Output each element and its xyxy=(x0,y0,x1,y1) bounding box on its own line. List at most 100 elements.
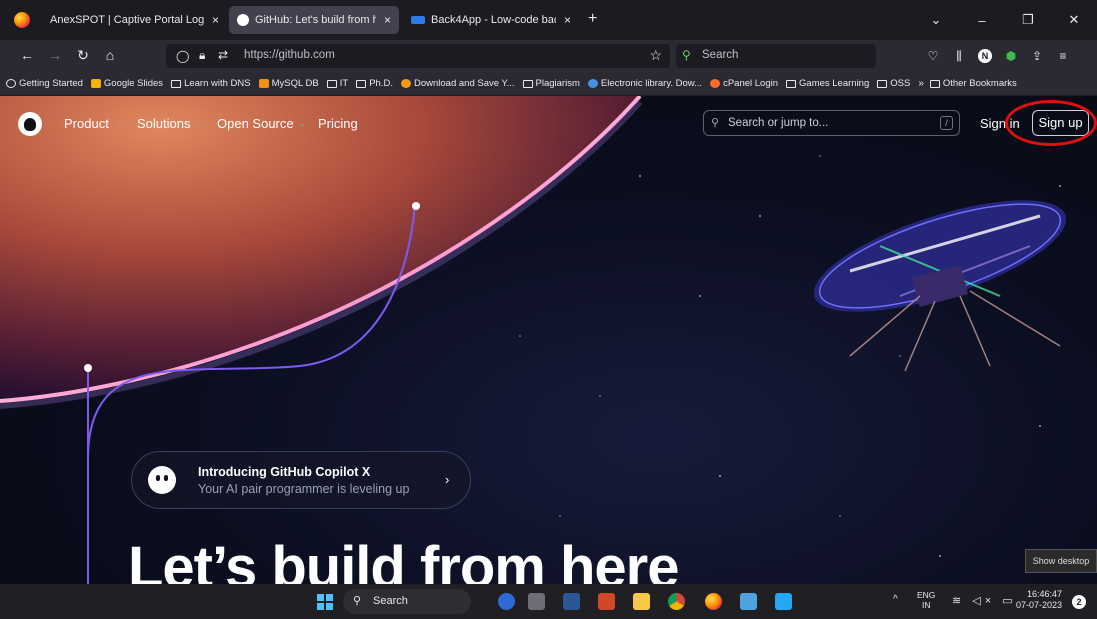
chevron-down-icon: ⌄ xyxy=(113,118,122,128)
search-placeholder: Search or jump to... xyxy=(728,117,829,129)
copilot-title: Introducing GitHub Copilot X xyxy=(198,465,371,479)
bookmark-google-slides[interactable]: Google Slides xyxy=(90,78,163,89)
tab-label: Back4App - Low-code backend xyxy=(431,14,556,26)
task-view-icon[interactable] xyxy=(528,593,545,610)
show-desktop-tooltip: Show desktop xyxy=(1025,549,1097,573)
chevron-down-icon: ⌄ xyxy=(298,118,307,128)
menu-icon[interactable]: ≡ xyxy=(1050,49,1076,63)
hero-space-illustration xyxy=(0,96,1067,584)
close-icon[interactable]: × xyxy=(384,13,391,27)
github-header: Product ⌄ Solutions ⌄ Open Source ⌄ Pricing… xyxy=(0,96,1097,152)
notification-badge[interactable]: 2 xyxy=(1072,595,1086,609)
vscode-icon[interactable] xyxy=(775,593,792,610)
copilot-icon xyxy=(148,466,176,494)
language-line1: ENG xyxy=(917,590,936,600)
chrome-icon[interactable] xyxy=(668,593,685,610)
cpanel-icon xyxy=(710,79,721,88)
nav-open-source[interactable]: Open Source ⌄ xyxy=(217,116,306,131)
copilot-announcement-link[interactable]: Introducing GitHub Copilot X Your AI pai… xyxy=(131,451,471,509)
taskbar-search-label: Search xyxy=(373,595,408,607)
github-logo-icon[interactable] xyxy=(18,112,42,136)
tab-anexspot[interactable]: AnexSPOT | Captive Portal Login × xyxy=(42,6,227,34)
screen: AnexSPOT | Captive Portal Login × GitHub… xyxy=(0,0,1097,619)
clock-time: 16:46:47 xyxy=(1027,589,1063,599)
bookmark-getting-started[interactable]: Getting Started xyxy=(6,78,83,89)
bookmark-it[interactable]: IT xyxy=(326,78,348,89)
notepad-icon[interactable] xyxy=(740,593,757,610)
nav-solutions[interactable]: Solutions ⌄ xyxy=(137,116,203,131)
keyboard-shortcut-badge: / xyxy=(940,116,953,130)
window-controls: ⌄ – ❐ ✕ xyxy=(913,0,1097,40)
firefox-icon[interactable] xyxy=(705,593,722,610)
nav-label: Solutions xyxy=(137,116,191,131)
word-icon[interactable] xyxy=(563,593,580,610)
bookmark-plagiarism[interactable]: Plagiarism xyxy=(522,78,580,89)
bookmarks-bar: Getting Started Google Slides Learn with… xyxy=(0,72,1097,96)
slides-icon xyxy=(90,79,101,88)
folder-icon xyxy=(929,79,940,88)
home-icon[interactable]: ⌂ xyxy=(101,47,119,63)
browser-search-input[interactable]: ⚲ Search xyxy=(676,44,876,68)
windows-start-icon[interactable] xyxy=(317,594,333,610)
show-hidden-icons-icon[interactable]: ^ xyxy=(893,594,898,605)
close-icon[interactable]: × xyxy=(564,13,571,27)
lock-icon[interactable]: 🔒︎ xyxy=(199,48,205,63)
powerpoint-icon[interactable] xyxy=(598,593,615,610)
forward-arrow-icon[interactable]: → xyxy=(46,47,64,63)
taskbar-search[interactable]: ⚲ Search xyxy=(343,589,471,614)
windows-taskbar: ⚲ Search ^ ENG IN ≋ ◁× ▭ 16:46:47 07-07-… xyxy=(0,584,1097,619)
system-tray-icons[interactable]: ≋ ◁× ▭ xyxy=(952,594,1017,607)
pocket-icon[interactable]: ♡ xyxy=(920,49,946,63)
download-site-icon xyxy=(400,79,411,88)
language-indicator[interactable]: ENG IN xyxy=(917,590,935,610)
close-window-button[interactable]: ✕ xyxy=(1051,12,1097,28)
bookmark-electronic-library[interactable]: Electronic library. Dow... xyxy=(587,78,702,89)
minimize-button[interactable]: – xyxy=(959,13,1005,28)
bookmark-phd[interactable]: Ph.D. xyxy=(356,78,393,89)
firefox-logo-icon[interactable] xyxy=(14,12,30,28)
url-text[interactable]: https://github.com xyxy=(244,49,335,61)
account-avatar[interactable]: N xyxy=(978,49,992,63)
bookmark-download-and-save[interactable]: Download and Save Y... xyxy=(400,78,515,89)
folder-icon xyxy=(786,79,797,88)
share-icon[interactable]: ⇪ xyxy=(1024,49,1050,63)
new-tab-button[interactable]: + xyxy=(588,10,597,28)
extension-shield-icon[interactable]: ⬢ xyxy=(998,49,1024,63)
search-input[interactable]: ⚲ Search or jump to... / xyxy=(703,110,960,136)
tracking-shield-icon[interactable]: ◯ xyxy=(176,49,189,63)
connector-node xyxy=(412,202,420,210)
highlight-annotation xyxy=(1005,100,1097,146)
close-icon[interactable]: × xyxy=(212,13,219,27)
bookmark-star-icon[interactable]: ☆ xyxy=(649,47,662,64)
bookmark-mysql-db[interactable]: MySQL DB xyxy=(258,78,319,89)
list-all-tabs-icon[interactable]: ⌄ xyxy=(913,12,959,28)
bing-icon[interactable] xyxy=(498,593,515,610)
nav-pricing[interactable]: Pricing xyxy=(318,116,358,131)
file-explorer-icon[interactable] xyxy=(633,593,650,610)
more-bookmarks-chevron-icon[interactable]: » xyxy=(918,78,924,89)
tab-back4app[interactable]: Back4App - Low-code backend × xyxy=(403,6,579,34)
bookmark-oss[interactable]: OSS xyxy=(877,78,910,89)
permissions-icon[interactable]: ⇄ xyxy=(218,48,228,62)
back4app-favicon-icon xyxy=(411,16,425,24)
folder-icon xyxy=(877,79,888,88)
url-bar[interactable]: ◯ 🔒︎ ⇄ https://github.com ☆ xyxy=(166,44,670,68)
github-favicon-icon xyxy=(237,14,249,26)
bookmark-cpanel-login[interactable]: cPanel Login xyxy=(710,78,778,89)
tab-github[interactable]: GitHub: Let's build from here · G × xyxy=(229,6,399,34)
bookmark-other-bookmarks[interactable]: Other Bookmarks xyxy=(929,78,1017,89)
library-icon[interactable]: ⫼ xyxy=(946,49,972,64)
search-icon: ⚲ xyxy=(353,595,362,607)
nav-product[interactable]: Product ⌄ xyxy=(64,116,121,131)
bookmark-learn-with-dns[interactable]: Learn with DNS xyxy=(171,78,251,89)
tab-label: AnexSPOT | Captive Portal Login xyxy=(50,14,204,26)
hero-title: Let’s build from here xyxy=(128,535,679,585)
copilot-subtitle: Your AI pair programmer is leveling up xyxy=(198,482,410,496)
maximize-button[interactable]: ❐ xyxy=(1005,12,1051,28)
back-arrow-icon[interactable]: ← xyxy=(18,47,36,63)
helicopter-drone xyxy=(813,200,1067,372)
clock[interactable]: 16:46:47 07-07-2023 xyxy=(1016,589,1062,611)
github-homepage: Product ⌄ Solutions ⌄ Open Source ⌄ Pricing… xyxy=(0,96,1097,584)
reload-icon[interactable]: ↻ xyxy=(74,47,92,64)
bookmark-games-learning[interactable]: Games Learning xyxy=(786,78,869,89)
